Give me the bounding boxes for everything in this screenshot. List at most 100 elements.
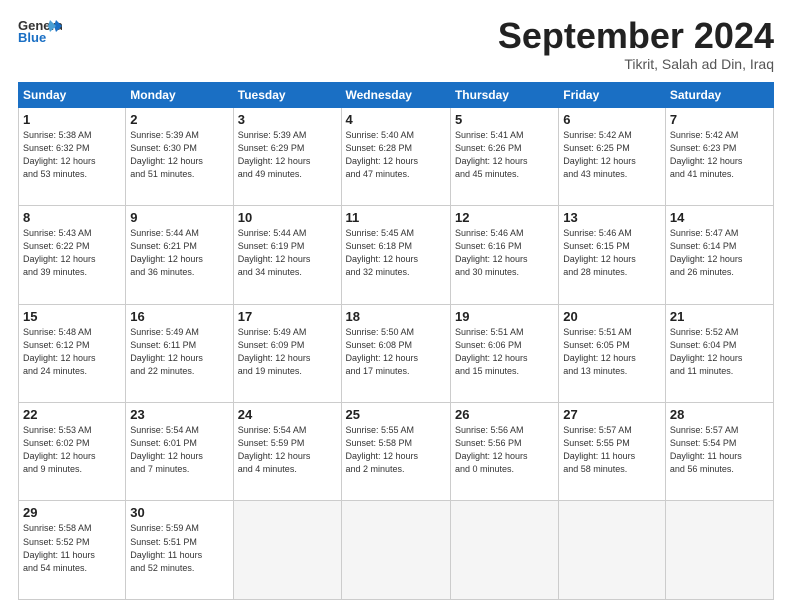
day-cell: 7Sunrise: 5:42 AMSunset: 6:23 PMDaylight…: [665, 107, 773, 205]
day-number: 2: [130, 112, 228, 127]
col-header-wednesday: Wednesday: [341, 82, 450, 107]
day-info: Sunrise: 5:56 AMSunset: 5:56 PMDaylight:…: [455, 425, 528, 474]
day-cell: 27 Sunrise: 5:57 AMSunset: 5:55 PMDayligh…: [559, 403, 666, 501]
day-cell: 21Sunrise: 5:52 AMSunset: 6:04 PMDayligh…: [665, 304, 773, 402]
day-cell: [341, 501, 450, 600]
day-info: Sunrise: 5:43 AMSunset: 6:22 PMDaylight:…: [23, 228, 96, 277]
day-number: 8: [23, 210, 121, 225]
day-info: Sunrise: 5:50 AMSunset: 6:08 PMDaylight:…: [346, 327, 419, 376]
day-info: Sunrise: 5:58 AMSunset: 5:52 PMDaylight:…: [23, 523, 95, 572]
day-number: 9: [130, 210, 228, 225]
day-cell: 20 Sunrise: 5:51 AMSunset: 6:05 PMDayligh…: [559, 304, 666, 402]
col-header-monday: Monday: [126, 82, 233, 107]
day-info: Sunrise: 5:47 AMSunset: 6:14 PMDaylight:…: [670, 228, 743, 277]
day-cell: 12 Sunrise: 5:46 AMSunset: 6:16 PMDayligh…: [450, 206, 558, 304]
day-number: 13: [563, 210, 661, 225]
day-cell: 22 Sunrise: 5:53 AMSunset: 6:02 PMDayligh…: [19, 403, 126, 501]
day-number: 14: [670, 210, 769, 225]
day-number: 17: [238, 309, 337, 324]
day-cell: 29 Sunrise: 5:58 AMSunset: 5:52 PMDayligh…: [19, 501, 126, 600]
day-number: 22: [23, 407, 121, 422]
day-info: Sunrise: 5:41 AMSunset: 6:26 PMDaylight:…: [455, 130, 528, 179]
svg-text:Blue: Blue: [18, 30, 46, 44]
day-cell: 11 Sunrise: 5:45 AMSunset: 6:18 PMDayligh…: [341, 206, 450, 304]
day-cell: 30 Sunrise: 5:59 AMSunset: 5:51 PMDayligh…: [126, 501, 233, 600]
week-row: 29 Sunrise: 5:58 AMSunset: 5:52 PMDayligh…: [19, 501, 774, 600]
day-cell: 8 Sunrise: 5:43 AMSunset: 6:22 PMDaylight…: [19, 206, 126, 304]
day-number: 6: [563, 112, 661, 127]
day-info: Sunrise: 5:42 AMSunset: 6:25 PMDaylight:…: [563, 130, 636, 179]
header: General Blue September 2024 Tikrit, Sala…: [18, 16, 774, 72]
day-cell: 25 Sunrise: 5:55 AMSunset: 5:58 PMDayligh…: [341, 403, 450, 501]
day-info: Sunrise: 5:49 AMSunset: 6:11 PMDaylight:…: [130, 327, 203, 376]
day-cell: 10 Sunrise: 5:44 AMSunset: 6:19 PMDayligh…: [233, 206, 341, 304]
month-title: September 2024: [498, 16, 774, 56]
day-info: Sunrise: 5:39 AMSunset: 6:29 PMDaylight:…: [238, 130, 311, 179]
title-block: September 2024 Tikrit, Salah ad Din, Ira…: [498, 16, 774, 72]
page: General Blue September 2024 Tikrit, Sala…: [0, 0, 792, 612]
day-cell: 19 Sunrise: 5:51 AMSunset: 6:06 PMDayligh…: [450, 304, 558, 402]
logo-icon: General Blue: [18, 16, 62, 44]
day-number: 27: [563, 407, 661, 422]
day-number: 25: [346, 407, 446, 422]
day-cell: 14 Sunrise: 5:47 AMSunset: 6:14 PMDayligh…: [665, 206, 773, 304]
day-number: 21: [670, 309, 769, 324]
day-info: Sunrise: 5:57 AMSunset: 5:54 PMDaylight:…: [670, 425, 742, 474]
day-cell: 23Sunrise: 5:54 AMSunset: 6:01 PMDayligh…: [126, 403, 233, 501]
day-info: Sunrise: 5:49 AMSunset: 6:09 PMDaylight:…: [238, 327, 311, 376]
day-cell: 26 Sunrise: 5:56 AMSunset: 5:56 PMDayligh…: [450, 403, 558, 501]
day-cell: 24Sunrise: 5:54 AMSunset: 5:59 PMDayligh…: [233, 403, 341, 501]
day-cell: 3Sunrise: 5:39 AMSunset: 6:29 PMDaylight…: [233, 107, 341, 205]
day-number: 20: [563, 309, 661, 324]
day-number: 11: [346, 210, 446, 225]
day-info: Sunrise: 5:46 AMSunset: 6:15 PMDaylight:…: [563, 228, 636, 277]
week-row: 15Sunrise: 5:48 AMSunset: 6:12 PMDayligh…: [19, 304, 774, 402]
day-number: 1: [23, 112, 121, 127]
calendar-table: SundayMondayTuesdayWednesdayThursdayFrid…: [18, 82, 774, 600]
col-header-saturday: Saturday: [665, 82, 773, 107]
day-cell: 13 Sunrise: 5:46 AMSunset: 6:15 PMDayligh…: [559, 206, 666, 304]
day-number: 5: [455, 112, 554, 127]
day-cell: 4 Sunrise: 5:40 AMSunset: 6:28 PMDaylight…: [341, 107, 450, 205]
day-info: Sunrise: 5:55 AMSunset: 5:58 PMDaylight:…: [346, 425, 419, 474]
day-info: Sunrise: 5:44 AMSunset: 6:19 PMDaylight:…: [238, 228, 311, 277]
day-cell: 17 Sunrise: 5:49 AMSunset: 6:09 PMDayligh…: [233, 304, 341, 402]
day-number: 23: [130, 407, 228, 422]
subtitle: Tikrit, Salah ad Din, Iraq: [498, 56, 774, 72]
week-row: 1 Sunrise: 5:38 AMSunset: 6:32 PMDaylight…: [19, 107, 774, 205]
day-number: 16: [130, 309, 228, 324]
day-cell: 15Sunrise: 5:48 AMSunset: 6:12 PMDayligh…: [19, 304, 126, 402]
day-info: Sunrise: 5:38 AMSunset: 6:32 PMDaylight:…: [23, 130, 96, 179]
day-cell: 1 Sunrise: 5:38 AMSunset: 6:32 PMDaylight…: [19, 107, 126, 205]
day-info: Sunrise: 5:51 AMSunset: 6:05 PMDaylight:…: [563, 327, 636, 376]
col-header-friday: Friday: [559, 82, 666, 107]
day-number: 15: [23, 309, 121, 324]
day-info: Sunrise: 5:59 AMSunset: 5:51 PMDaylight:…: [130, 523, 202, 572]
day-number: 19: [455, 309, 554, 324]
day-info: Sunrise: 5:45 AMSunset: 6:18 PMDaylight:…: [346, 228, 419, 277]
day-number: 7: [670, 112, 769, 127]
day-number: 28: [670, 407, 769, 422]
day-info: Sunrise: 5:53 AMSunset: 6:02 PMDaylight:…: [23, 425, 96, 474]
day-info: Sunrise: 5:46 AMSunset: 6:16 PMDaylight:…: [455, 228, 528, 277]
day-number: 29: [23, 505, 121, 520]
day-cell: [233, 501, 341, 600]
day-cell: 9Sunrise: 5:44 AMSunset: 6:21 PMDaylight…: [126, 206, 233, 304]
day-cell: 28 Sunrise: 5:57 AMSunset: 5:54 PMDayligh…: [665, 403, 773, 501]
day-cell: [559, 501, 666, 600]
day-number: 30: [130, 505, 228, 520]
day-info: Sunrise: 5:40 AMSunset: 6:28 PMDaylight:…: [346, 130, 419, 179]
day-number: 4: [346, 112, 446, 127]
day-number: 12: [455, 210, 554, 225]
day-info: Sunrise: 5:51 AMSunset: 6:06 PMDaylight:…: [455, 327, 528, 376]
day-cell: 2Sunrise: 5:39 AMSunset: 6:30 PMDaylight…: [126, 107, 233, 205]
day-cell: 6 Sunrise: 5:42 AMSunset: 6:25 PMDaylight…: [559, 107, 666, 205]
day-number: 10: [238, 210, 337, 225]
day-cell: [450, 501, 558, 600]
day-cell: 18 Sunrise: 5:50 AMSunset: 6:08 PMDayligh…: [341, 304, 450, 402]
day-info: Sunrise: 5:57 AMSunset: 5:55 PMDaylight:…: [563, 425, 635, 474]
day-number: 18: [346, 309, 446, 324]
day-number: 24: [238, 407, 337, 422]
week-row: 8 Sunrise: 5:43 AMSunset: 6:22 PMDaylight…: [19, 206, 774, 304]
day-number: 26: [455, 407, 554, 422]
